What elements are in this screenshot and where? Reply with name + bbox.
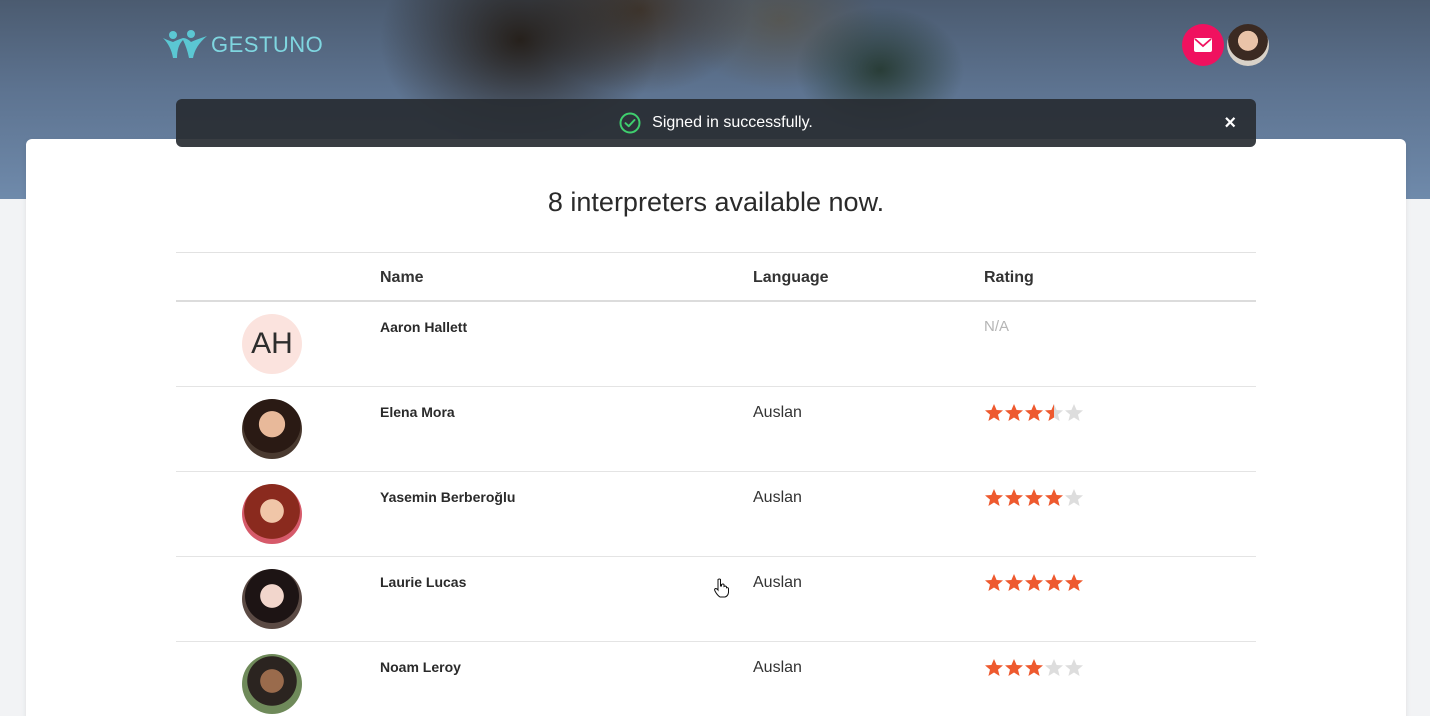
- toast-message: Signed in successfully.: [652, 114, 813, 131]
- table-row[interactable]: Yasemin Berberoğlu Auslan: [176, 472, 1256, 557]
- star-icon: [1025, 489, 1043, 506]
- table-row[interactable]: AH Aaron Hallett N/A: [176, 302, 1256, 387]
- avatar[interactable]: [242, 484, 302, 544]
- star-icon: [1065, 659, 1083, 676]
- interpreter-language: Auslan: [753, 659, 802, 676]
- star-icon: [985, 489, 1003, 506]
- avatar[interactable]: [242, 569, 302, 629]
- interpreters-table: Name Language Rating AH Aaron Hallett N/A E…: [176, 252, 1256, 716]
- star-rating: [984, 488, 1084, 508]
- star-icon: [1005, 404, 1023, 421]
- star-icon: [985, 574, 1003, 591]
- interpreter-name[interactable]: Elena Mora: [380, 404, 455, 420]
- star-icon: [1025, 404, 1043, 421]
- star-rating: [984, 573, 1084, 593]
- check-circle-icon: [619, 112, 641, 134]
- interpreter-name[interactable]: Laurie Lucas: [380, 574, 466, 590]
- star-icon: [1025, 574, 1043, 591]
- star-rating: [984, 403, 1084, 423]
- star-icon: [1045, 659, 1063, 676]
- column-name[interactable]: Name: [380, 269, 424, 287]
- logo-icon: [163, 30, 207, 58]
- interpreter-rating: [984, 488, 1084, 508]
- star-icon: [1005, 489, 1023, 506]
- interpreter-name[interactable]: Yasemin Berberoğlu: [380, 489, 515, 505]
- table-row[interactable]: Noam Leroy Auslan: [176, 642, 1256, 716]
- toast-notification: Signed in successfully. ×: [176, 99, 1256, 147]
- star-icon: [1065, 489, 1083, 506]
- logo[interactable]: GESTUNO: [161, 28, 323, 62]
- star-icon: [1005, 574, 1023, 591]
- interpreter-rating: [984, 573, 1084, 593]
- interpreter-name[interactable]: Noam Leroy: [380, 659, 461, 675]
- star-icon: [1005, 659, 1023, 676]
- avatar[interactable]: [242, 654, 302, 714]
- hand-cursor-icon: [714, 578, 729, 598]
- star-icon: [985, 404, 1003, 421]
- interpreter-language: Auslan: [753, 574, 802, 591]
- table-row[interactable]: Elena Mora Auslan: [176, 387, 1256, 472]
- mail-icon: [1194, 38, 1212, 52]
- interpreter-language: Auslan: [753, 404, 802, 421]
- column-rating[interactable]: Rating: [984, 269, 1034, 287]
- star-rating: [984, 658, 1084, 678]
- logo-text: GESTUNO: [211, 32, 324, 57]
- star-icon: [1025, 659, 1043, 676]
- interpreter-rating: [984, 403, 1084, 423]
- star-icon: [1045, 574, 1063, 591]
- interpreter-rating: [984, 658, 1084, 678]
- table-header: Name Language Rating: [176, 252, 1256, 302]
- avatar[interactable]: [242, 399, 302, 459]
- table-row[interactable]: Laurie Lucas Auslan: [176, 557, 1256, 642]
- interpreter-name[interactable]: Aaron Hallett: [380, 319, 467, 335]
- page-title: 8 interpreters available now.: [547, 187, 885, 217]
- column-language[interactable]: Language: [753, 269, 829, 287]
- star-icon: [1045, 404, 1063, 421]
- star-icon: [1065, 574, 1083, 591]
- star-icon: [1045, 489, 1063, 506]
- close-icon[interactable]: ×: [1224, 113, 1236, 133]
- star-icon: [985, 659, 1003, 676]
- interpreters-card: 8 interpreters available now. Name Langu…: [26, 139, 1406, 716]
- interpreter-rating: N/A: [984, 318, 1010, 335]
- avatar[interactable]: AH: [242, 314, 302, 374]
- mail-button[interactable]: [1182, 24, 1224, 66]
- user-avatar[interactable]: [1227, 24, 1269, 66]
- interpreter-language: Auslan: [753, 489, 802, 506]
- star-icon: [1065, 404, 1083, 421]
